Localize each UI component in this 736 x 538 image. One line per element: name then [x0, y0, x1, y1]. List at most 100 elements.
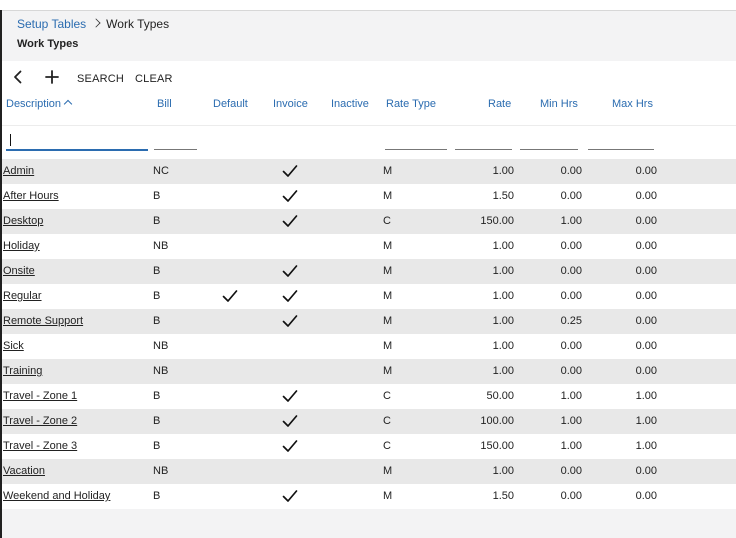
min-hrs-cell: 0.00 [560, 340, 582, 352]
invoice-check-icon [282, 440, 298, 452]
table-row[interactable]: Weekend and Holiday B M 1.50 0.00 0.00 [2, 484, 736, 509]
invoice-check-icon [282, 390, 298, 402]
description-link[interactable]: Travel - Zone 3 [3, 440, 77, 452]
bill-cell: NC [153, 165, 169, 177]
description-link[interactable]: Weekend and Holiday [3, 490, 110, 502]
description-link[interactable]: Training [3, 365, 42, 377]
table-row[interactable]: Holiday NB M 1.00 0.00 0.00 [2, 234, 736, 259]
rate-cell: 1.50 [492, 490, 514, 502]
invoice-check-icon [282, 165, 298, 177]
min-hrs-cell: 0.00 [560, 265, 582, 277]
plus-icon[interactable] [44, 69, 60, 85]
chevron-left-icon[interactable] [10, 69, 26, 85]
clear-button[interactable]: CLEAR [135, 73, 173, 85]
table-row[interactable]: Travel - Zone 3 B C 150.00 1.00 1.00 [2, 434, 736, 459]
column-header-description[interactable]: Description [6, 98, 73, 110]
search-button[interactable]: SEARCH [77, 73, 124, 85]
top-bar [0, 0, 736, 11]
toolbar: SEARCH CLEAR [2, 61, 736, 93]
header-divider [2, 125, 736, 126]
rate-type-cell: M [383, 465, 393, 477]
table-body: Admin NC M 1.00 0.00 0.00 After Hours B M 1.50 0.0… [2, 159, 736, 509]
rate-cell: 1.00 [492, 265, 514, 277]
column-header-min-hrs[interactable]: Min Hrs [540, 98, 578, 110]
description-filter-input[interactable] [6, 131, 148, 151]
max-hrs-cell: 1.00 [635, 440, 657, 452]
min-hrs-cell: 0.25 [560, 315, 582, 327]
bill-cell: NB [153, 340, 169, 352]
default-check-icon [222, 290, 238, 302]
description-link[interactable]: Remote Support [3, 315, 83, 327]
rate-cell: 1.00 [492, 315, 514, 327]
description-link[interactable]: Admin [3, 165, 34, 177]
table-row[interactable]: Onsite B M 1.00 0.00 0.00 [2, 259, 736, 284]
min-hrs-cell: 0.00 [560, 490, 582, 502]
description-link[interactable]: After Hours [3, 190, 59, 202]
rate-type-cell: M [383, 265, 393, 277]
column-header-invoice[interactable]: Invoice [273, 98, 308, 110]
invoice-check-icon [282, 265, 298, 277]
table-row[interactable]: Travel - Zone 1 B C 50.00 1.00 1.00 [2, 384, 736, 409]
rate-cell: 1.00 [492, 165, 514, 177]
description-link[interactable]: Holiday [3, 240, 40, 252]
description-link[interactable]: Desktop [3, 215, 43, 227]
rate-filter-input[interactable] [455, 131, 512, 150]
table-row[interactable]: Sick NB M 1.00 0.00 0.00 [2, 334, 736, 359]
max-hrs-cell: 1.00 [635, 390, 657, 402]
rate-type-cell: C [383, 440, 391, 452]
table-row[interactable]: Desktop B C 150.00 1.00 0.00 [2, 209, 736, 234]
rate-type-cell: M [383, 315, 393, 327]
bill-cell: B [153, 440, 161, 452]
max-hrs-cell: 0.00 [635, 365, 657, 377]
text-cursor [10, 134, 11, 146]
bill-filter-input[interactable] [154, 131, 197, 150]
bill-cell: B [153, 490, 161, 502]
invoice-check-icon [282, 215, 298, 227]
rate-cell: 50.00 [486, 390, 514, 402]
table-row[interactable]: Vacation NB M 1.00 0.00 0.00 [2, 459, 736, 484]
chevron-right-icon [91, 18, 101, 28]
column-header-bill[interactable]: Bill [157, 98, 172, 110]
table-row[interactable]: Travel - Zone 2 B C 100.00 1.00 1.00 [2, 409, 736, 434]
rate-cell: 1.00 [492, 465, 514, 477]
description-link[interactable]: Regular [3, 290, 42, 302]
max-hrs-cell: 1.00 [635, 415, 657, 427]
bill-cell: B [153, 290, 161, 302]
max-hrs-cell: 0.00 [635, 490, 657, 502]
max-hrs-cell: 0.00 [635, 340, 657, 352]
rate-cell: 150.00 [480, 215, 514, 227]
column-header-inactive[interactable]: Inactive [331, 98, 369, 110]
min-hrs-cell: 0.00 [560, 465, 582, 477]
bill-cell: B [153, 415, 161, 427]
rate-type-cell: M [383, 340, 393, 352]
min-hrs-filter-input[interactable] [520, 131, 578, 150]
rate-cell: 1.00 [492, 365, 514, 377]
description-link[interactable]: Onsite [3, 265, 35, 277]
description-link[interactable]: Sick [3, 340, 24, 352]
max-hrs-cell: 0.00 [635, 290, 657, 302]
description-link[interactable]: Vacation [3, 465, 45, 477]
column-header-default[interactable]: Default [213, 98, 248, 110]
min-hrs-cell: 1.00 [560, 415, 582, 427]
min-hrs-cell: 1.00 [560, 440, 582, 452]
max-hrs-filter-input[interactable] [588, 131, 654, 150]
max-hrs-cell: 0.00 [635, 465, 657, 477]
table-row[interactable]: Regular B M 1.00 0.00 0.00 [2, 284, 736, 309]
table-row[interactable]: Admin NC M 1.00 0.00 0.00 [2, 159, 736, 184]
description-link[interactable]: Travel - Zone 1 [3, 390, 77, 402]
column-header-rate[interactable]: Rate [488, 98, 511, 110]
column-header-rate-type[interactable]: Rate Type [386, 98, 436, 110]
rate-cell: 1.00 [492, 340, 514, 352]
table-row[interactable]: Training NB M 1.00 0.00 0.00 [2, 359, 736, 384]
table-row[interactable]: After Hours B M 1.50 0.00 0.00 [2, 184, 736, 209]
invoice-check-icon [282, 415, 298, 427]
column-header-max-hrs[interactable]: Max Hrs [612, 98, 653, 110]
max-hrs-cell: 0.00 [635, 315, 657, 327]
max-hrs-cell: 0.00 [635, 265, 657, 277]
description-link[interactable]: Travel - Zone 2 [3, 415, 77, 427]
table-row[interactable]: Remote Support B M 1.00 0.25 0.00 [2, 309, 736, 334]
breadcrumb-setup-tables-link[interactable]: Setup Tables [17, 17, 86, 31]
page-header: Setup Tables Work Types Work Types [2, 11, 736, 61]
rate-type-filter-input[interactable] [385, 131, 447, 150]
column-header-description-label: Description [6, 98, 62, 110]
